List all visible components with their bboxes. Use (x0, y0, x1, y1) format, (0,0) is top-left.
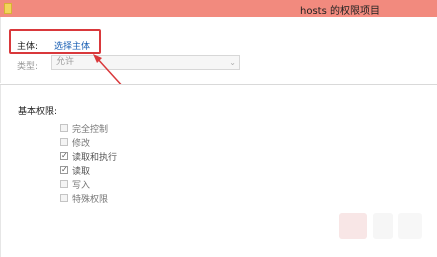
modify-checkbox[interactable] (60, 138, 68, 146)
basic-permissions-heading: 基本权限: (18, 107, 58, 117)
full-control-label: 完全控制 (72, 125, 109, 135)
blurred-area (373, 213, 393, 239)
read-execute-checkbox[interactable]: ✓ (60, 152, 68, 160)
blurred-area (339, 213, 367, 239)
special-permissions-checkbox[interactable] (60, 194, 68, 202)
read-checkbox[interactable]: ✓ (60, 166, 68, 174)
full-control-checkbox[interactable] (60, 124, 68, 132)
special-permissions-label: 特殊权限 (72, 195, 109, 205)
write-checkbox[interactable] (60, 180, 68, 188)
read-execute-label: 读取和执行 (72, 153, 118, 163)
read-label: 读取 (72, 167, 91, 177)
blurred-area (398, 213, 422, 239)
write-label: 写入 (72, 181, 91, 191)
modify-label: 修改 (72, 139, 91, 149)
